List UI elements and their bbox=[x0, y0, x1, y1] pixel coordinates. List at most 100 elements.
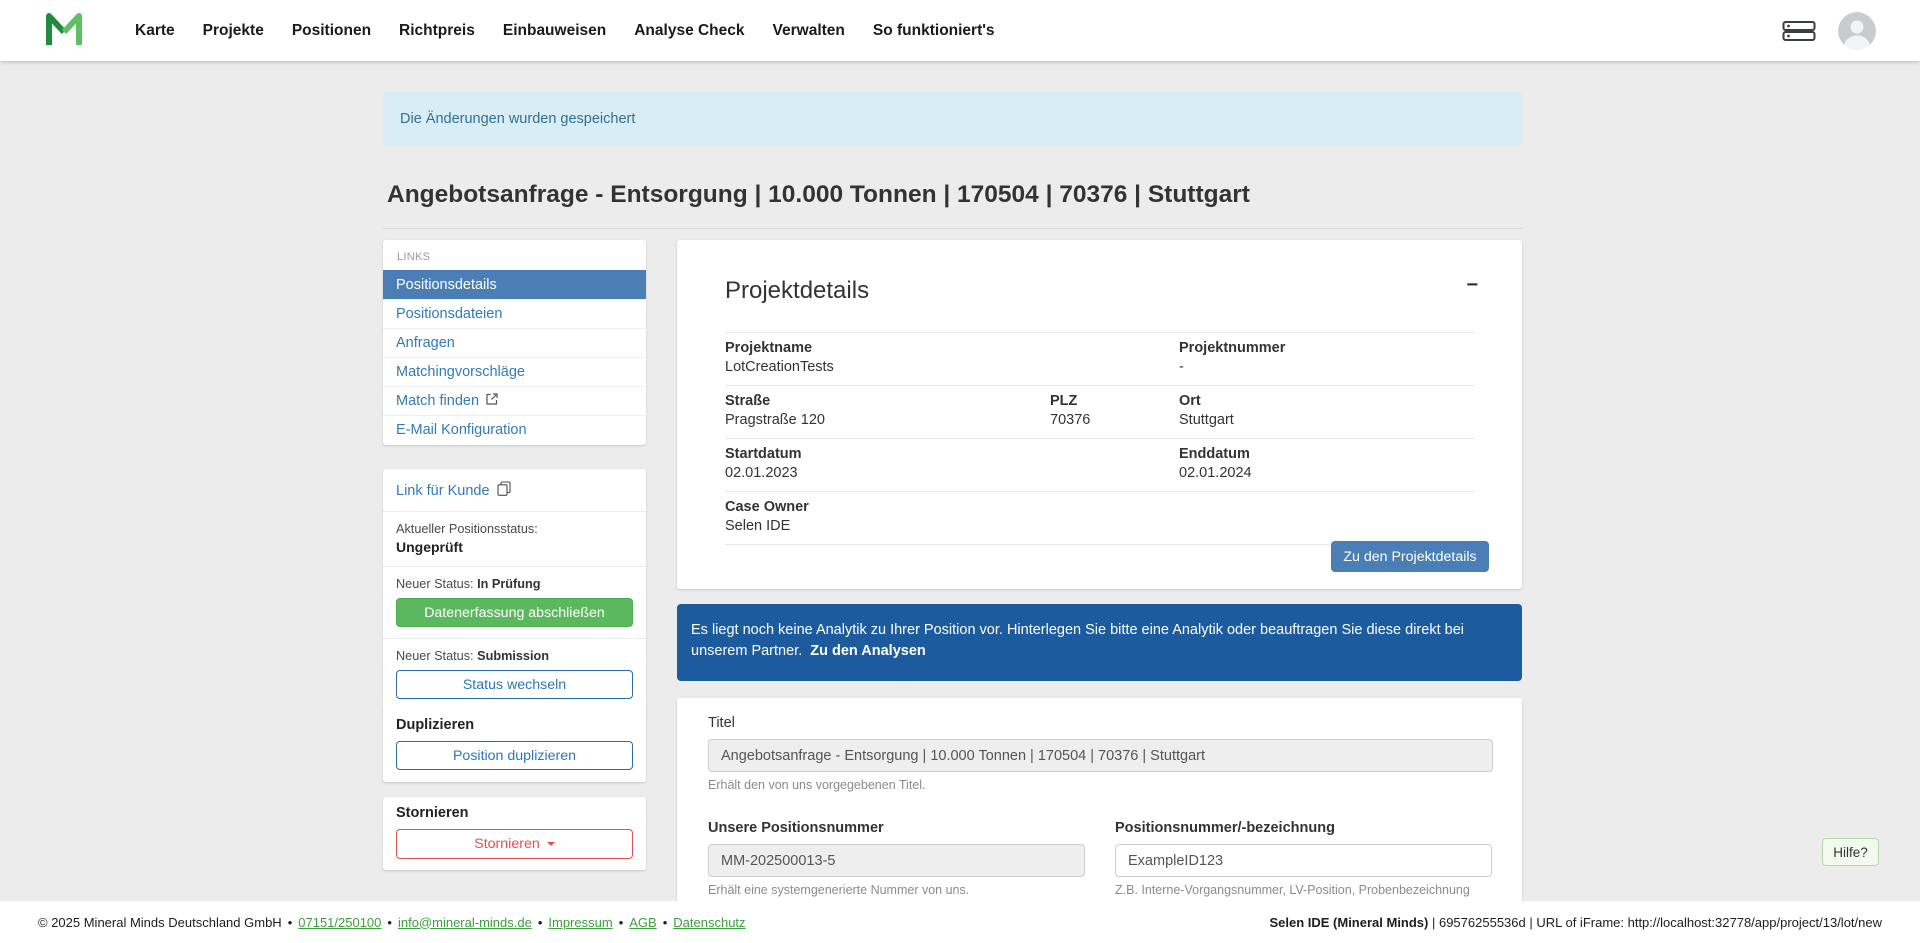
user-avatar[interactable] bbox=[1838, 12, 1876, 50]
footer-link-impressum[interactable]: Impressum bbox=[548, 915, 612, 930]
customer-link[interactable]: Link für Kunde bbox=[396, 483, 490, 499]
cancel-title: Stornieren bbox=[396, 805, 633, 821]
field-label: Enddatum bbox=[1179, 446, 1474, 462]
next-status-2-section: Neuer Status: Submission Status wechseln bbox=[383, 639, 646, 712]
sidebar-item-anfragen[interactable]: Anfragen bbox=[383, 328, 646, 357]
links-header: LINKS bbox=[383, 240, 646, 270]
footer-separator: • bbox=[619, 915, 624, 930]
server-icon[interactable] bbox=[1782, 19, 1816, 43]
titel-help-text: Erhält den von uns vorgegebenen Titel. bbox=[708, 778, 1493, 792]
next-status-2-label: Neuer Status: Submission bbox=[396, 649, 633, 663]
complete-data-entry-button[interactable]: Datenerfassung abschließen bbox=[396, 598, 633, 627]
next-status-1-section: Neuer Status: In Prüfung Datenerfassung … bbox=[383, 567, 646, 639]
nav-item-karte[interactable]: Karte bbox=[135, 22, 175, 40]
pos-number-column: Positionsnummer/-bezeichnung Z.B. Intern… bbox=[1115, 819, 1492, 897]
footer-link-phone[interactable]: 07151/250100 bbox=[298, 915, 381, 930]
external-link-icon bbox=[486, 393, 498, 409]
top-navigation: Karte Projekte Positionen Richtpreis Ein… bbox=[0, 0, 1920, 61]
field-value: Stuttgart bbox=[1179, 412, 1474, 428]
content-area: Die Änderungen wurden gespeichert Angebo… bbox=[0, 61, 1920, 901]
footer: © 2025 Mineral Minds Deutschland GmbH • … bbox=[0, 901, 1920, 943]
analytics-message: Es liegt noch keine Analytik zu Ihrer Po… bbox=[691, 622, 1464, 659]
footer-session: | 69576255536d | URL of iFrame: http://l… bbox=[1428, 915, 1882, 930]
nav-item-richtpreis[interactable]: Richtpreis bbox=[399, 22, 475, 40]
status-card: Link für Kunde Aktueller Positionsstatus… bbox=[383, 469, 646, 712]
nav-item-einbauweisen[interactable]: Einbauweisen bbox=[503, 22, 606, 40]
pos-number-label: Positionsnummer/-bezeichnung bbox=[1115, 820, 1335, 836]
nav-right-controls bbox=[1782, 0, 1876, 61]
nav-item-so-funktionierts[interactable]: So funktioniert's bbox=[873, 22, 995, 40]
sidebar-item-label: E-Mail Konfiguration bbox=[396, 422, 527, 438]
copyright-text: © 2025 Mineral Minds Deutschland GmbH bbox=[38, 915, 282, 930]
field-label: Projektname bbox=[725, 340, 1050, 356]
project-fields: Projektname LotCreationTests Projektnumm… bbox=[725, 332, 1474, 545]
field-value: 02.01.2023 bbox=[725, 465, 1050, 481]
field-label: Straße bbox=[725, 393, 1050, 409]
sidebar-item-label: Positionsdetails bbox=[396, 277, 497, 293]
project-row: Straße Pragstraße 120 PLZ 70376 Ort Stut… bbox=[725, 386, 1474, 439]
sidebar-item-email-konfiguration[interactable]: E-Mail Konfiguration bbox=[383, 415, 646, 444]
nav-item-analyse-check[interactable]: Analyse Check bbox=[634, 22, 744, 40]
project-row: Startdatum 02.01.2023 Enddatum 02.01.202… bbox=[725, 439, 1474, 492]
current-status-section: Aktueller Positionsstatus: Ungeprüft bbox=[383, 512, 646, 567]
project-details-title: Projektdetails bbox=[725, 277, 869, 305]
page-title: Angebotsanfrage - Entsorgung | 10.000 To… bbox=[387, 181, 1250, 209]
field-value: Selen IDE bbox=[725, 518, 1050, 534]
analytics-info-banner: Es liegt noch keine Analytik zu Ihrer Po… bbox=[677, 604, 1522, 681]
mineral-minds-logo-icon[interactable] bbox=[44, 10, 84, 50]
our-number-label: Unsere Positionsnummer bbox=[708, 820, 884, 836]
pos-number-help-text: Z.B. Interne-Vorgangsnummer, LV-Position… bbox=[1115, 883, 1492, 897]
copy-icon[interactable] bbox=[497, 481, 511, 501]
field-label: Projektnummer bbox=[1179, 340, 1474, 356]
field-label: Case Owner bbox=[725, 499, 1050, 515]
go-to-project-details-button[interactable]: Zu den Projektdetails bbox=[1331, 541, 1489, 572]
footer-session-info: Selen IDE (Mineral Minds) | 69576255536d… bbox=[1269, 915, 1882, 930]
field-value: Pragstraße 120 bbox=[725, 412, 1050, 428]
collapse-icon[interactable]: − bbox=[1466, 274, 1478, 297]
cancel-dropdown-button[interactable]: Stornieren bbox=[396, 829, 633, 859]
field-value: 70376 bbox=[1050, 412, 1179, 428]
title-divider bbox=[383, 228, 1522, 229]
customer-link-row: Link für Kunde bbox=[383, 469, 646, 512]
field-label: Ort bbox=[1179, 393, 1474, 409]
sidebar-item-label: Positionsdateien bbox=[396, 306, 502, 322]
alert-message: Die Änderungen wurden gespeichert bbox=[400, 111, 635, 127]
switch-status-button[interactable]: Status wechseln bbox=[396, 670, 633, 699]
field-value: LotCreationTests bbox=[725, 359, 1050, 375]
our-number-help-text: Erhält eine systemgenerierte Nummer von … bbox=[708, 883, 1085, 897]
nav-item-projekte[interactable]: Projekte bbox=[203, 22, 264, 40]
field-label: PLZ bbox=[1050, 393, 1179, 409]
duplicate-card: Duplizieren Position duplizieren bbox=[383, 708, 646, 782]
footer-separator: • bbox=[663, 915, 668, 930]
footer-link-agb[interactable]: AGB bbox=[629, 915, 656, 930]
sidebar-item-positionsdateien[interactable]: Positionsdateien bbox=[383, 299, 646, 328]
titel-label: Titel bbox=[708, 715, 735, 731]
field-value: 02.01.2024 bbox=[1179, 465, 1474, 481]
main-menu: Karte Projekte Positionen Richtpreis Ein… bbox=[135, 0, 995, 61]
sidebar-item-positionsdetails[interactable]: Positionsdetails bbox=[383, 270, 646, 299]
field-value: - bbox=[1179, 359, 1474, 375]
next-status-1-label: Neuer Status: In Prüfung bbox=[396, 577, 633, 591]
caret-down-icon bbox=[547, 842, 555, 846]
footer-link-datenschutz[interactable]: Datenschutz bbox=[673, 915, 745, 930]
go-to-analyses-link[interactable]: Zu den Analysen bbox=[810, 643, 925, 659]
nav-item-positionen[interactable]: Positionen bbox=[292, 22, 371, 40]
nav-item-verwalten[interactable]: Verwalten bbox=[773, 22, 845, 40]
sidebar-item-label: Anfragen bbox=[396, 335, 455, 351]
footer-link-email[interactable]: info@mineral-minds.de bbox=[398, 915, 532, 930]
sidebar-links-card: LINKS Positionsdetails Positionsdateien … bbox=[383, 240, 646, 445]
our-number-input bbox=[708, 844, 1085, 877]
number-fields-row: Unsere Positionsnummer Erhält eine syste… bbox=[708, 819, 1493, 897]
duplicate-position-button[interactable]: Position duplizieren bbox=[396, 741, 633, 770]
project-row: Projektname LotCreationTests Projektnumm… bbox=[725, 332, 1474, 386]
save-success-alert: Die Änderungen wurden gespeichert bbox=[383, 92, 1522, 146]
help-button[interactable]: Hilfe? bbox=[1822, 838, 1879, 866]
footer-left: © 2025 Mineral Minds Deutschland GmbH • … bbox=[38, 915, 746, 930]
footer-user: Selen IDE (Mineral Minds) bbox=[1269, 915, 1428, 930]
duplicate-title: Duplizieren bbox=[396, 717, 633, 733]
sidebar-item-matchingvorschlaege[interactable]: Matchingvorschläge bbox=[383, 357, 646, 386]
field-label: Startdatum bbox=[725, 446, 1050, 462]
sidebar-item-match-finden[interactable]: Match finden bbox=[383, 386, 646, 415]
sidebar-item-label: Matchingvorschläge bbox=[396, 364, 525, 380]
pos-number-input[interactable] bbox=[1115, 844, 1492, 877]
